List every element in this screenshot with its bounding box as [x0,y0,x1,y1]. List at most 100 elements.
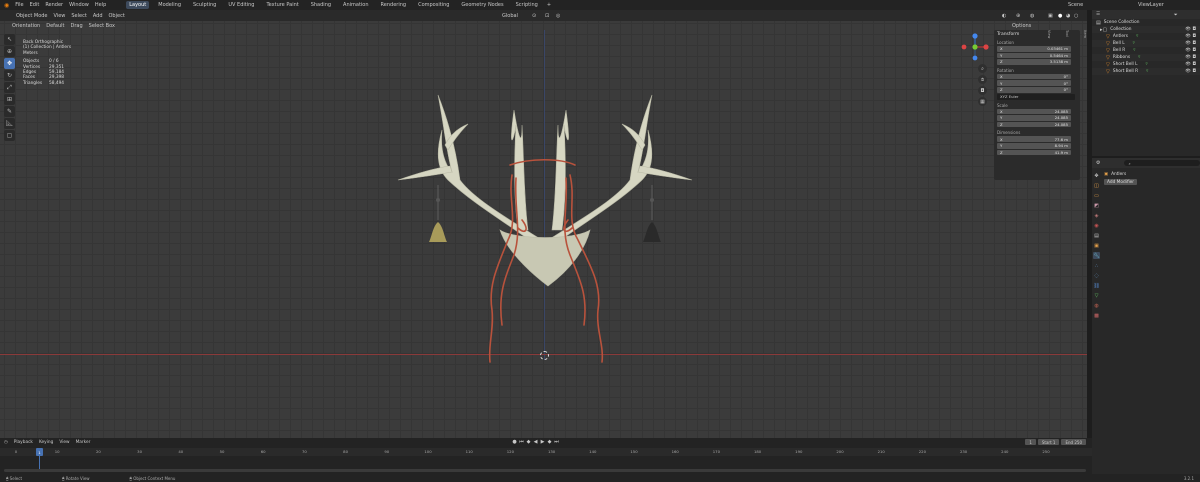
add-modifier-button[interactable]: Add Modifier [1104,179,1138,185]
rotation-y-field[interactable]: Y 0° [997,80,1071,86]
select-tool-icon[interactable]: ↖ [4,34,15,45]
outliner-item-short-bell-r[interactable]: ▽ Short Bell R ▿ 👁︎ ◘ [1092,68,1200,75]
3d-cursor[interactable] [540,351,549,360]
data-tab-icon[interactable]: ▽ [1093,292,1100,299]
end-frame-field[interactable]: End 250 [1061,439,1086,445]
visibility-eye-icon[interactable]: 👁︎ ◘ [1185,34,1196,39]
zoom-icon[interactable]: ⌕ [978,64,987,73]
world-tab-icon[interactable]: ◉ [1093,222,1100,229]
properties-editor-icon[interactable]: ⚙ [1096,160,1100,166]
play-reverse-icon[interactable]: ◀ [533,439,538,445]
tab-shading[interactable]: Shading [308,1,334,9]
add-workspace-icon[interactable]: + [547,2,551,8]
menu-keying[interactable]: Keying [39,440,53,445]
tab-sculpting[interactable]: Sculpting [190,1,219,9]
mode-selector[interactable]: Object Mode [16,13,48,19]
location-y-field[interactable]: Y 0.5464 m [997,52,1071,59]
timeline-editor-icon[interactable]: ◷ [4,440,8,445]
cursor-tool-icon[interactable]: ⊕ [4,46,15,57]
xray-icon[interactable]: ▣ [1048,13,1053,19]
add-cube-tool-icon[interactable]: ▢ [4,130,15,141]
properties-search-input[interactable]: ⌕ [1124,160,1200,166]
outliner-scene-collection[interactable]: ▤ Scene Collection [1092,19,1200,26]
start-frame-field[interactable]: Start 1 [1037,439,1060,445]
menu-marker[interactable]: Marker [76,440,91,445]
tab-geometry-nodes[interactable]: Geometry Nodes [458,1,506,9]
modifier-tab-icon[interactable]: 🔧︎ [1093,252,1100,259]
move-tool-icon[interactable]: ✥ [4,58,15,69]
next-keyframe-icon[interactable]: ◆ [547,439,552,445]
overlay-toggle-icon[interactable]: ◍ [1030,13,1034,19]
shading-material-icon[interactable]: ◕ [1066,13,1070,19]
outliner-item-bell-r[interactable]: ▽ Bell R ▿ 👁︎ ◘ [1092,47,1200,54]
outliner-item-antlers[interactable]: ▽ Antlers ▿ 👁︎ ◘ [1092,33,1200,40]
scene-selector[interactable]: Scene [1068,2,1083,8]
outliner-item-short-bell-l[interactable]: ▽ Short Bell L ▿ 👁︎ ◘ [1092,61,1200,68]
dimensions-x-field[interactable]: X 77.6 m [997,136,1071,142]
tab-animation[interactable]: Animation [340,1,372,9]
menu-timeline-view[interactable]: View [59,440,69,445]
annotate-tool-icon[interactable]: ✎ [4,106,15,117]
outliner-editor-icon[interactable]: ☰ [1096,12,1100,17]
jump-start-icon[interactable]: ⏮ [519,439,524,445]
current-frame-field[interactable]: 1 [1025,439,1036,445]
play-icon[interactable]: ▶ [540,439,545,445]
visibility-eye-icon[interactable]: 👁︎ ◘ [1185,48,1196,53]
gizmo-toggle-icon[interactable]: ⊕ [1016,13,1020,19]
menu-edit[interactable]: Edit [30,2,40,8]
menu-playback[interactable]: Playback [14,440,33,445]
visibility-eye-icon[interactable]: 👁︎ ◘ [1185,55,1196,60]
render-tab-icon[interactable]: ◫ [1093,182,1100,189]
rotation-z-field[interactable]: Z 0° [997,86,1071,93]
scale-y-field[interactable]: Y 24.085 [997,115,1071,121]
3d-viewport[interactable]: Object Mode View Select Add Object Globa… [0,10,1087,438]
outliner-filter-icon[interactable]: ⏷ [1174,12,1178,18]
menu-file[interactable]: File [15,2,23,8]
transform-tool-icon[interactable]: ⊞ [4,94,15,105]
material-tab-icon[interactable]: ◍ [1093,302,1100,309]
pan-hand-icon[interactable]: ✋︎ [978,75,987,84]
navigation-gizmo[interactable] [960,32,990,62]
location-z-field[interactable]: Z 3.5138 m [997,59,1071,65]
timeline-scrollbar[interactable] [4,469,1086,472]
outliner-collection[interactable]: ▸▢ Collection 👁︎ ◘ [1092,26,1200,33]
menu-render[interactable]: Render [45,2,63,8]
visibility-eye-icon[interactable]: 👁︎ ◘ [1185,27,1196,32]
constraints-tab-icon[interactable]: ⛓︎ [1093,282,1100,289]
scale-z-field[interactable]: Z 24.085 [997,121,1071,128]
menu-help[interactable]: Help [95,2,106,8]
playhead[interactable]: 1 [36,448,43,456]
rotation-mode-select[interactable]: XYZ Euler [997,93,1075,100]
physics-tab-icon[interactable]: ◌ [1093,272,1100,279]
location-x-field[interactable]: X 0.03461 m [997,46,1071,52]
visibility-eye-icon[interactable]: 👁︎ ◘ [1185,41,1196,46]
proportional-edit-icon[interactable]: ◎ [556,13,560,19]
pivot-icon[interactable]: ⊙ [532,13,536,19]
tool-tab-icon[interactable]: ✥ [1093,172,1100,179]
camera-icon[interactable]: ◘ [978,86,987,95]
scale-x-field[interactable]: X 24.085 [997,108,1071,115]
menu-window[interactable]: Window [69,2,89,8]
select-box-selector[interactable]: Select Box [89,23,115,29]
visibility-eye-icon[interactable]: 👁︎ ◘ [1185,69,1196,74]
frame-ruler[interactable]: 0 10 20 30 40 50 60 70 80 90 100 110 120 130 140 150 160… [0,448,1092,456]
collection-tab-icon[interactable]: ▤ [1093,232,1100,239]
dimensions-y-field[interactable]: Y 8.94 m [997,142,1071,149]
tab-compositing[interactable]: Compositing [415,1,452,9]
tab-texture-paint[interactable]: Texture Paint [263,1,301,9]
menu-select[interactable]: Select [71,13,86,19]
visibility-icon[interactable]: ◐ [1002,13,1006,19]
dimensions-z-field[interactable]: Z 41.9 m [997,149,1071,156]
outliner-item-ribbons[interactable]: ▽ Ribbons ▿ 👁︎ ◘ [1092,54,1200,61]
visibility-eye-icon[interactable]: 👁︎ ◘ [1185,62,1196,67]
record-icon[interactable]: ● [512,439,517,445]
rotation-x-field[interactable]: X 0° [997,73,1071,80]
prev-keyframe-icon[interactable]: ◆ [526,439,531,445]
scene-tab-icon[interactable]: ◈ [1093,212,1100,219]
tab-scripting[interactable]: Scripting [513,1,541,9]
texture-tab-icon[interactable]: ▩ [1093,312,1100,319]
particles-tab-icon[interactable]: ∴ [1093,262,1100,269]
sidebar-tab-tool[interactable]: Tool [1065,30,1069,38]
shading-rendered-icon[interactable]: ○ [1074,13,1078,19]
sidebar-tab-item[interactable]: Item [1083,30,1087,38]
